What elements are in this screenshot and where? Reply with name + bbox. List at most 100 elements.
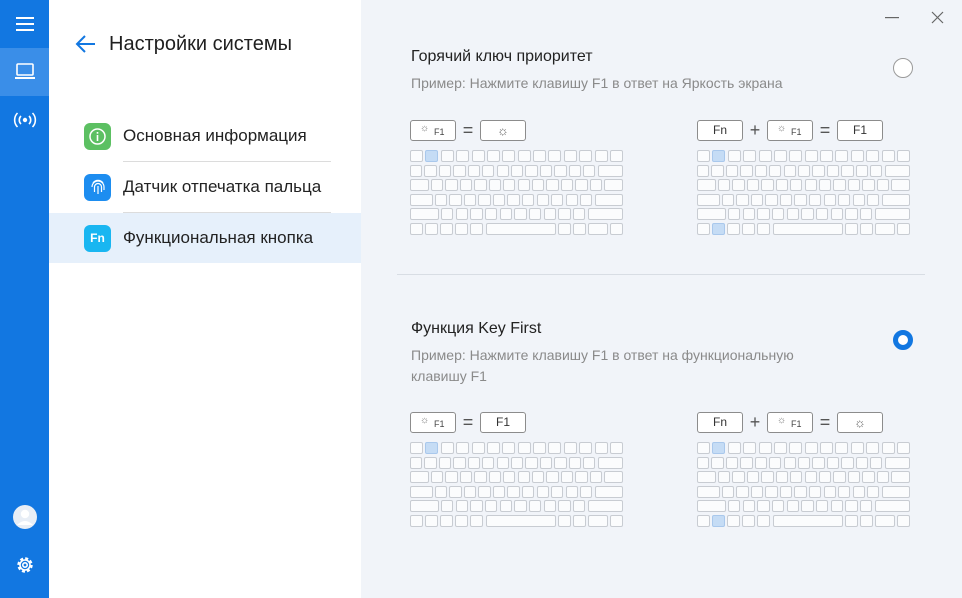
keyboard-key [456, 442, 470, 454]
keyboard-key [891, 179, 910, 191]
keyboard-key [594, 485, 623, 498]
keyboard-key [697, 150, 711, 162]
keyboard-key [470, 222, 484, 235]
keyboard-key [743, 150, 757, 162]
keyboard-key [517, 179, 530, 191]
keyboard-key [790, 471, 803, 483]
keyboard-key [712, 442, 726, 454]
keyboard-key [761, 179, 774, 191]
keyboard-key [750, 485, 764, 498]
keyboard-key [855, 164, 868, 177]
keyboard-key [740, 164, 753, 177]
keyboard-key [522, 193, 535, 206]
keyboard-key [510, 456, 524, 469]
fingerprint-icon [84, 173, 111, 201]
keyboard-key [560, 179, 574, 191]
nav-item-fingerprint[interactable]: Датчик отпечатка пальца [49, 162, 361, 212]
brightness-icon: ☼ [777, 414, 787, 426]
nav-item-function-key[interactable]: Fn Функциональная кнопка [49, 213, 361, 263]
keyboard-key [610, 222, 623, 235]
keyboard-key [727, 208, 741, 220]
keyboard-key [459, 179, 473, 191]
key-first-radio[interactable] [893, 330, 913, 350]
keyboard-row [410, 471, 623, 484]
key-label: Fn [712, 123, 727, 137]
key-label: F1 [791, 126, 802, 137]
keyboard-key [470, 208, 483, 220]
laptop-icon [14, 63, 35, 79]
keyboard-key [533, 442, 547, 454]
keyboard-key [587, 208, 623, 220]
keyboard-key [826, 164, 840, 177]
keyboard-key [572, 208, 586, 220]
hotkey-priority-radio[interactable] [893, 58, 913, 78]
keyboard-key [573, 514, 586, 527]
keyboard-key [765, 485, 778, 498]
settings-button[interactable] [0, 541, 49, 589]
keyboard-key [844, 222, 858, 235]
keyboard-key [844, 514, 858, 527]
brightness-icon: ☼ [777, 122, 787, 134]
keyboard-key [740, 456, 753, 469]
keyboard-key [440, 500, 454, 512]
keyboard-key [841, 456, 854, 469]
keyboard-key [772, 222, 843, 235]
keyboard-key [482, 456, 495, 469]
account-button[interactable] [0, 493, 49, 541]
keyboard-key [862, 179, 875, 191]
result-key: ☼ [837, 411, 883, 433]
keyboard-key [746, 471, 760, 483]
keyboard-key [546, 179, 559, 191]
minimize-button[interactable] [881, 6, 903, 28]
key-label: Fn [712, 415, 727, 429]
keyboard-key [425, 222, 438, 235]
option-title: Функция Key First [411, 320, 542, 337]
keyboard-key [823, 193, 836, 206]
keyboard-key [474, 471, 487, 483]
keyboard-key [485, 222, 556, 235]
keyboard-key [543, 208, 557, 220]
keyboard-key [711, 456, 724, 469]
back-arrow-icon[interactable] [75, 32, 99, 56]
keyboard-key [597, 456, 623, 469]
keyboard-key [847, 179, 861, 191]
keyboard-key [769, 456, 782, 469]
menu-icon [15, 17, 34, 31]
device-button[interactable] [0, 48, 49, 96]
fn-key: Fn [697, 411, 743, 433]
keyboard-key [794, 485, 807, 498]
keyboard-key [697, 208, 726, 220]
keyboard-key [589, 179, 602, 191]
equation-f1-f1: ☼ F1 = F1 [410, 411, 526, 433]
menu-button[interactable] [0, 0, 49, 48]
connectivity-button[interactable] [0, 96, 49, 144]
equation-f1-brightness: ☼ F1 = ☼ [410, 119, 526, 141]
keyboard-key [514, 500, 527, 512]
close-button[interactable] [926, 6, 948, 28]
keyboard-key [554, 164, 567, 177]
keyboard-key [572, 500, 586, 512]
keyboard-key [517, 442, 531, 454]
keyboard-key [757, 222, 771, 235]
keyboard-key [575, 179, 588, 191]
keyboard-key [410, 150, 424, 162]
keyboard-key [727, 222, 741, 235]
keyboard-key [525, 164, 538, 177]
keyboard-key [424, 164, 437, 177]
keyboard-key [563, 442, 577, 454]
keyboard-row [410, 442, 623, 455]
keyboard-key [548, 442, 562, 454]
option-description: Пример: Нажмите клавишу F1 в ответ на Яр… [411, 75, 783, 91]
nav-item-basic-info[interactable]: Основная информация [49, 111, 361, 161]
keyboard-key [536, 485, 549, 498]
keyboard-key [804, 150, 818, 162]
keyboard-key [721, 485, 735, 498]
result-key: F1 [837, 119, 883, 141]
keyboard-key [445, 471, 458, 483]
keyboard-key [565, 193, 578, 206]
keyboard-key [507, 485, 520, 498]
keyboard-key [560, 471, 574, 483]
keyboard-key [732, 471, 745, 483]
keyboard-key [440, 514, 454, 527]
keyboard-key [440, 442, 454, 454]
